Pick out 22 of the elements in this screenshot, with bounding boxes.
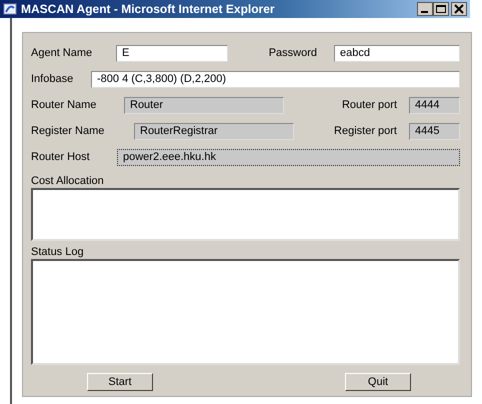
field-label: Password (268, 47, 318, 59)
area-label: Status Log (31, 246, 85, 258)
minimize-icon[interactable] (417, 2, 433, 16)
text-field[interactable]: eabcd (334, 44, 460, 62)
browser-icon (3, 2, 17, 16)
field-label: Router port (340, 99, 398, 111)
area-label: Cost Allocation (31, 175, 105, 187)
field-label: Register Name (31, 125, 106, 137)
text-area[interactable] (31, 259, 460, 365)
maximize-icon[interactable] (433, 2, 449, 16)
close-icon[interactable] (451, 2, 467, 16)
field-label: Agent Name (31, 47, 94, 59)
field-label: Infobase (31, 73, 74, 85)
field-label: Router Host (31, 151, 91, 163)
action-button[interactable]: Quit (345, 373, 411, 391)
text-field[interactable]: E (116, 44, 228, 62)
action-button[interactable]: Start (87, 373, 153, 391)
window-title: MASCAN Agent - Microsoft Internet Explorer (21, 2, 276, 16)
field-label: Router Name (31, 99, 98, 111)
text-area[interactable] (31, 188, 460, 241)
field-label: Register port (333, 125, 398, 137)
text-field[interactable]: -800 4 (C,3,800) (D,2,200) (91, 70, 460, 88)
